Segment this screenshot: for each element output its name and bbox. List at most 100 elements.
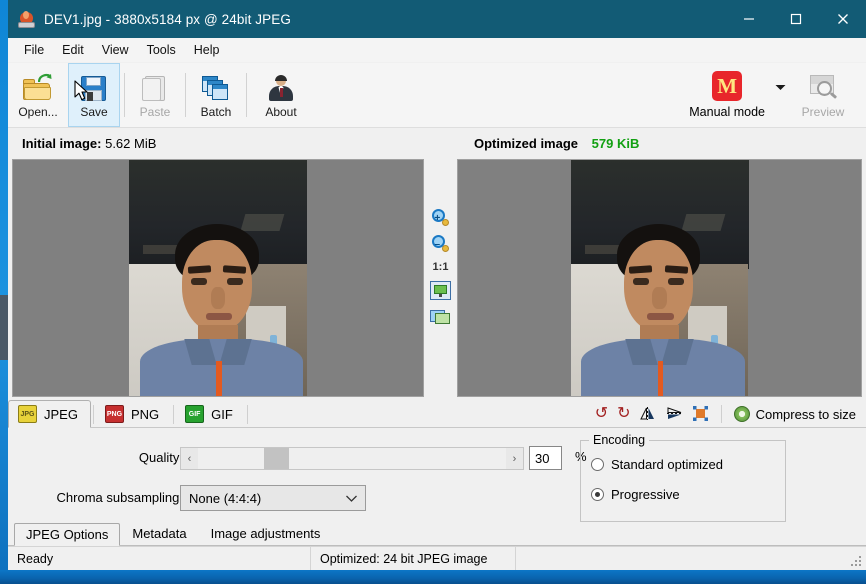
- crop-icon[interactable]: [692, 406, 709, 422]
- compress-to-size-button[interactable]: Compress to size: [733, 406, 856, 422]
- mode-dropdown-button[interactable]: [773, 63, 792, 127]
- rotate-right-icon[interactable]: ↻: [617, 406, 630, 422]
- manual-mode-icon: M: [712, 71, 743, 101]
- riot-image-optimizer-window: DEV1.jpg - 3880x5184 px @ 24bit JPEG Fil…: [8, 0, 866, 570]
- preview-button[interactable]: Preview: [792, 63, 854, 127]
- jpeg-format-icon: JPG: [18, 405, 37, 423]
- slider-thumb[interactable]: [264, 448, 289, 469]
- tab-jpeg[interactable]: JPG JPEG: [8, 400, 91, 428]
- close-button[interactable]: [819, 0, 866, 38]
- tab-png-label: PNG: [130, 406, 160, 422]
- quality-slider[interactable]: ‹ ›: [180, 447, 524, 470]
- main-toolbar: Open... Save Paste Batch About M Manual …: [8, 63, 866, 128]
- zoom-toolbar: + – 1:1: [424, 159, 457, 397]
- tab-gif[interactable]: GIF GIF: [176, 401, 245, 427]
- radio-progressive[interactable]: Progressive: [591, 487, 680, 502]
- optimized-image-label: Optimized image: [474, 136, 579, 151]
- person-about-icon: [265, 73, 297, 103]
- manual-mode-label: Manual mode: [689, 105, 765, 119]
- paste-button-label: Paste: [139, 104, 171, 119]
- about-button-label: About: [265, 104, 297, 119]
- quality-value-input[interactable]: 30: [529, 446, 562, 470]
- menu-file[interactable]: File: [15, 40, 53, 60]
- flip-vertical-icon[interactable]: [666, 406, 683, 422]
- tab-jpeg-label: JPEG: [44, 406, 78, 422]
- original-image: [129, 160, 307, 396]
- tab-gif-label: GIF: [211, 406, 233, 422]
- menu-tools[interactable]: Tools: [138, 40, 185, 60]
- toolbar-separator: [185, 73, 186, 117]
- menu-edit[interactable]: Edit: [53, 40, 93, 60]
- image-preview-area: + – 1:1: [8, 159, 866, 397]
- background-window-left[interactable]: [0, 0, 8, 584]
- slider-left-arrow[interactable]: ‹: [181, 448, 198, 469]
- menu-bar: File Edit View Tools Help: [8, 38, 866, 63]
- format-separator: [92, 405, 94, 424]
- chroma-label-wrap: Chroma subsampling:: [8, 490, 183, 505]
- rotate-left-icon[interactable]: ↺: [595, 406, 608, 422]
- folder-open-icon: [22, 73, 54, 103]
- tab-metadata[interactable]: Metadata: [120, 522, 198, 545]
- format-tab-bar: JPG JPEG PNG PNG GIF GIF ↺ ↻ Compress to…: [8, 397, 866, 428]
- initial-image-info: Initial image: 5.62 MiB: [8, 136, 474, 151]
- batch-button-label: Batch: [200, 104, 232, 119]
- image-size-info-bar: Initial image: 5.62 MiB Optimized image …: [8, 128, 866, 159]
- encoding-group: Encoding Standard optimized Progressive: [580, 433, 786, 522]
- title-bar: DEV1.jpg - 3880x5184 px @ 24bit JPEG: [8, 0, 866, 38]
- status-optimized-info: Optimized: 24 bit JPEG image: [311, 547, 516, 570]
- radio-progressive-label: Progressive: [611, 487, 680, 502]
- manual-mode-button[interactable]: M Manual mode: [681, 63, 773, 127]
- chevron-down-icon: [775, 84, 786, 90]
- paste-button[interactable]: Paste: [129, 63, 181, 127]
- tab-jpeg-options[interactable]: JPEG Options: [14, 523, 121, 546]
- menu-view[interactable]: View: [93, 40, 138, 60]
- tab-png[interactable]: PNG PNG: [96, 401, 171, 427]
- fit-to-window-icon[interactable]: [430, 281, 451, 300]
- zoom-in-icon[interactable]: +: [431, 209, 451, 227]
- zoom-out-icon[interactable]: –: [431, 235, 451, 253]
- tab-image-adjustments[interactable]: Image adjustments: [199, 522, 333, 545]
- slider-right-arrow[interactable]: ›: [506, 448, 523, 469]
- open-button[interactable]: Open...: [8, 63, 68, 127]
- resize-grip[interactable]: [851, 556, 862, 567]
- radio-standard-optimized[interactable]: Standard optimized: [591, 457, 723, 472]
- menu-help[interactable]: Help: [185, 40, 229, 60]
- radio-progressive-dot[interactable]: [591, 488, 604, 501]
- radio-standard-optimized-label: Standard optimized: [611, 457, 724, 472]
- png-format-icon: PNG: [104, 405, 124, 423]
- chevron-down-icon: [346, 495, 357, 502]
- desktop-background: [0, 570, 866, 584]
- window-title: DEV1.jpg - 3880x5184 px @ 24bit JPEG: [44, 11, 291, 27]
- paste-icon: [139, 73, 171, 103]
- background-window-thumbnail: [0, 295, 8, 360]
- batch-button[interactable]: Batch: [190, 63, 242, 127]
- batch-windows-icon: [200, 73, 232, 103]
- original-image-pane[interactable]: [12, 159, 424, 397]
- format-separator: [246, 405, 248, 424]
- gear-icon: [733, 406, 750, 422]
- open-button-label: Open...: [18, 104, 58, 119]
- toolbar-right-group: M Manual mode Preview: [681, 63, 866, 127]
- chroma-subsampling-value: None (4:4:4): [189, 490, 262, 506]
- compress-to-size-label: Compress to size: [755, 406, 856, 422]
- maximize-button[interactable]: [772, 0, 819, 38]
- save-button[interactable]: Save: [68, 63, 120, 127]
- chroma-subsampling-select[interactable]: None (4:4:4): [180, 485, 366, 511]
- minimize-button[interactable]: [725, 0, 772, 38]
- quality-label-wrap: Quality:: [8, 450, 183, 465]
- optimized-image-pane[interactable]: [457, 159, 862, 397]
- actual-size-button[interactable]: 1:1: [433, 261, 449, 273]
- radio-standard-optimized-dot[interactable]: [591, 458, 604, 471]
- app-flame-icon: [18, 10, 35, 28]
- compare-images-icon[interactable]: [430, 308, 451, 325]
- about-button[interactable]: About: [251, 63, 311, 127]
- flip-horizontal-icon[interactable]: [639, 406, 657, 422]
- encoding-group-title: Encoding: [589, 433, 650, 447]
- floppy-save-icon: [78, 73, 110, 103]
- status-bar: Ready Optimized: 24 bit JPEG image: [8, 546, 866, 570]
- chroma-subsampling-label: Chroma subsampling:: [56, 490, 183, 505]
- initial-image-value: 5.62 MiB: [105, 136, 157, 151]
- status-ready: Ready: [8, 547, 311, 570]
- toolbar-separator: [124, 73, 125, 117]
- optimized-image-value: 579 KiB: [591, 136, 640, 151]
